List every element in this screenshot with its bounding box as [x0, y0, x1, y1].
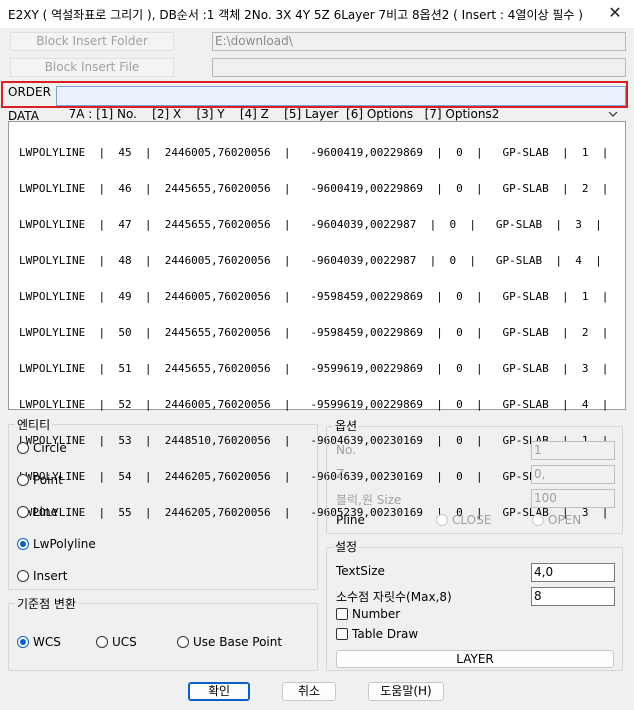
z-label: Z [336, 467, 345, 481]
radio-lwpolyline[interactable] [17, 538, 29, 550]
radio-use-base-point[interactable] [177, 636, 189, 648]
layer-button[interactable]: LAYER [336, 650, 614, 668]
decimal-places-label: 소수점 자릿수(Max,8) [336, 590, 452, 604]
table-draw-checkbox[interactable] [336, 628, 348, 640]
number-checkbox-label[interactable]: Number [352, 607, 400, 621]
data-row: LWPOLYLINE | 49 | 2446005,76020056 | -95… [19, 290, 609, 303]
help-button[interactable]: 도움말(H) [368, 682, 444, 701]
radio-wcs-label[interactable]: WCS [33, 635, 61, 649]
radio-close-label[interactable]: CLOSE [452, 513, 491, 527]
radio-line-label[interactable]: Line [33, 505, 58, 519]
no-label: No. [336, 443, 356, 457]
radio-circle[interactable] [17, 442, 29, 454]
title-bar: E2XY ( 역설좌표로 그리기 ), DB순서 :1 객체 2No. 3X 4… [0, 0, 634, 28]
order-label: ORDER [8, 85, 51, 99]
radio-insert-label[interactable]: Insert [33, 569, 67, 583]
radio-ucs-label[interactable]: UCS [112, 635, 137, 649]
radio-point[interactable] [17, 474, 29, 486]
block-size-input[interactable]: 100 [531, 489, 615, 508]
block-insert-folder-field[interactable]: E:\download\ [212, 32, 626, 51]
decimal-places-input[interactable]: 8 [531, 587, 615, 606]
pline-label: Pline [336, 513, 365, 527]
radio-lwpolyline-label[interactable]: LwPolyline [33, 537, 96, 551]
radio-insert[interactable] [17, 570, 29, 582]
order-select[interactable]: 7A : [1] No. [2] X [3] Y [4] Z [5] Layer… [56, 86, 626, 121]
block-size-label: 블럭,원 Size [336, 493, 402, 507]
base-point-group-title: 기준점 변환 [15, 595, 79, 612]
no-input[interactable]: 1 [531, 441, 615, 460]
radio-close[interactable] [436, 514, 448, 526]
settings-group-title: 설정 [333, 538, 360, 555]
data-row: LWPOLYLINE | 45 | 2446005,76020056 | -96… [19, 146, 609, 159]
data-row: LWPOLYLINE | 51 | 2445655,76020056 | -95… [19, 362, 609, 375]
cancel-button[interactable]: 취소 [282, 682, 336, 701]
z-input[interactable]: 0, [531, 465, 615, 484]
data-row: LWPOLYLINE | 46 | 2445655,76020056 | -96… [19, 182, 609, 195]
options-group-title: 옵션 [333, 417, 360, 434]
radio-use-base-point-label[interactable]: Use Base Point [193, 635, 282, 649]
order-select-value: 7A : [1] No. [2] X [3] Y [4] Z [5] Layer… [68, 107, 500, 121]
data-row: LWPOLYLINE | 50 | 2445655,76020056 | -95… [19, 326, 609, 339]
radio-open-label[interactable]: OPEN [548, 513, 581, 527]
close-icon[interactable]: ✕ [601, 2, 629, 24]
data-textarea[interactable]: LWPOLYLINE | 45 | 2446005,76020056 | -96… [8, 121, 626, 519]
radio-open[interactable] [532, 514, 544, 526]
data-row: LWPOLYLINE | 52 | 2446005,76020056 | -95… [19, 398, 609, 411]
ok-button[interactable]: 확인 [188, 682, 250, 701]
table-draw-checkbox-label[interactable]: Table Draw [352, 627, 418, 641]
data-row: LWPOLYLINE | 48 | 2446005,76020056 | -96… [19, 254, 602, 267]
window-title: E2XY ( 역설좌표로 그리기 ), DB순서 :1 객체 2No. 3X 4… [8, 8, 583, 22]
radio-ucs[interactable] [96, 636, 108, 648]
radio-point-label[interactable]: Point [33, 473, 63, 487]
block-insert-file-field[interactable] [212, 58, 626, 77]
number-checkbox[interactable] [336, 608, 348, 620]
radio-line[interactable] [17, 506, 29, 518]
radio-circle-label[interactable]: Circle [33, 441, 67, 455]
radio-wcs[interactable] [17, 636, 29, 648]
data-row: LWPOLYLINE | 47 | 2445655,76020056 | -96… [19, 218, 602, 231]
entity-group-title: 엔티티 [15, 416, 53, 433]
textsize-input[interactable]: 4,0 [531, 563, 615, 582]
block-insert-file-button[interactable]: Block Insert File [10, 58, 174, 77]
block-insert-folder-button[interactable]: Block Insert Folder [10, 32, 174, 51]
textsize-label: TextSize [336, 564, 385, 578]
